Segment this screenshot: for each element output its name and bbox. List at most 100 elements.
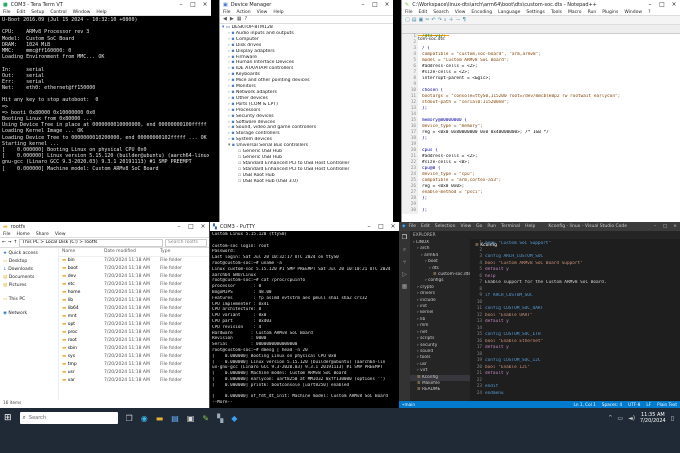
menu-item-home[interactable]: Home <box>17 231 30 237</box>
putty-taskbar-icon[interactable]: ▚ <box>217 414 223 423</box>
zoom-out-icon[interactable]: － <box>456 17 463 23</box>
menu-item-selection[interactable]: Selection <box>435 224 456 229</box>
menu-item-encoding[interactable]: Encoding <box>471 9 492 15</box>
search-icon[interactable]: ⌕ <box>403 246 406 254</box>
notifications-icon[interactable]: ▯ <box>671 415 674 422</box>
properties-icon[interactable]: ▦ <box>237 16 242 23</box>
status-item[interactable]: UTF-8 <box>628 401 640 408</box>
col-date[interactable]: Date modified <box>104 248 160 256</box>
menu-item-run[interactable]: Run <box>487 224 496 229</box>
menu-item-control[interactable]: Control <box>50 9 66 15</box>
nav-item-documents[interactable]: ▤ Documents <box>3 274 55 282</box>
menu-item-file[interactable]: File <box>405 9 413 15</box>
nav-item-thispc[interactable]: ▭ This PC <box>3 296 55 304</box>
menu-item-tools[interactable]: Tools <box>551 9 562 15</box>
menu-item-view[interactable]: View <box>55 231 66 237</box>
notepadpp-titlebar[interactable]: ✎ C:\Workspace\linux-dts\arch\arm64\boot… <box>402 0 680 9</box>
file-row[interactable]: ▬ usr 7/20/2024 11:18 AM File folder <box>59 369 209 377</box>
file-row[interactable]: ▬ root 7/20/2024 11:18 AM File folder <box>59 337 209 345</box>
nav-item-network[interactable]: ◉ Network <box>3 310 55 318</box>
edge-icon[interactable]: ◉ <box>141 414 148 423</box>
clock[interactable]: 11:35 AM 7/20/2024 <box>640 412 666 424</box>
file-row[interactable]: ▬ boot 7/20/2024 11:18 AM File folder <box>59 265 209 273</box>
source-control-icon[interactable]: ⑂ <box>403 259 407 266</box>
close-icon[interactable]: × <box>668 1 680 8</box>
file-row[interactable]: ▬ proc 7/20/2024 11:18 AM File folder <box>59 329 209 337</box>
menu-item-window[interactable]: Window <box>624 9 642 15</box>
help-icon[interactable]: ? <box>244 16 247 23</box>
branch-name[interactable]: main <box>405 401 415 408</box>
close-icon[interactable]: × <box>387 223 399 230</box>
file-row[interactable]: ▬ home 7/20/2024 11:18 AM File folder <box>59 289 209 297</box>
minimize-icon[interactable]: – <box>173 223 185 230</box>
maximize-icon[interactable]: □ <box>369 1 381 8</box>
maximize-icon[interactable]: □ <box>375 223 387 230</box>
status-item[interactable]: Spaces: 4 <box>602 401 622 408</box>
maximize-icon[interactable]: □ <box>660 224 670 229</box>
close-icon[interactable]: × <box>670 224 680 229</box>
minimize-icon[interactable]: – <box>363 223 375 230</box>
file-row[interactable]: ▬ opt 7/20/2024 11:18 AM File folder <box>59 321 209 329</box>
file-row[interactable]: ▬ sbin 7/20/2024 11:18 AM File folder <box>59 345 209 353</box>
menu-item-plugins[interactable]: Plugins <box>602 9 618 15</box>
menu-item-run[interactable]: Run <box>588 9 597 15</box>
file-row[interactable]: ▬ sys 7/20/2024 11:18 AM File folder <box>59 353 209 361</box>
menu-item-action[interactable]: Action <box>237 9 251 15</box>
teraterm-titlebar[interactable]: ■ COM3 - Tera Term VT – □ × <box>0 0 211 9</box>
teraterm-console[interactable]: U-Boot 2016.09 (Jul 15 2024 - 10:32:10 +… <box>0 16 211 173</box>
menu-item-language[interactable]: Language <box>498 9 520 15</box>
run-debug-icon[interactable]: ▷ <box>402 271 407 278</box>
close-icon[interactable]: × <box>199 1 211 8</box>
vscode-code[interactable]: 1 2 3 4 5 6 7 8 9 10 11 12 13 14 15 16 17 18 19 20 21 22 23 24 … <box>470 239 680 397</box>
menu-item-help[interactable]: Help <box>96 9 106 15</box>
minimize-icon[interactable]: – <box>644 1 656 8</box>
col-name[interactable]: Name <box>62 248 104 256</box>
extensions-icon[interactable]: ▦ <box>402 283 408 290</box>
vscode-titlebar[interactable]: ◆ File Edit Selection View Go Run Terminal Help… <box>399 222 680 231</box>
menu-item-help[interactable]: Help <box>525 224 535 229</box>
minimize-icon[interactable]: – <box>650 224 660 229</box>
menu-item-view[interactable]: View <box>257 9 268 15</box>
menu-item-edit[interactable]: Edit <box>421 224 430 229</box>
terminal-taskbar-icon[interactable]: ▣ <box>187 414 195 423</box>
usb-device[interactable]: ▫ USB Root Hub (USB 3.0) <box>222 179 391 185</box>
file-row[interactable]: ▬ tmp 7/20/2024 11:18 AM File folder <box>59 361 209 369</box>
close-icon[interactable]: × <box>197 223 209 230</box>
col-type[interactable]: Type <box>160 248 170 256</box>
nav-item-downloads[interactable]: ↓ Downloads <box>3 266 55 274</box>
maximize-icon[interactable]: □ <box>185 223 197 230</box>
back-icon[interactable]: ← <box>2 240 6 245</box>
explorer-icon[interactable]: ❐ <box>402 234 407 241</box>
menu-item-file[interactable]: File <box>223 9 231 15</box>
file-row[interactable]: ▬ lib 7/20/2024 11:18 AM File folder <box>59 297 209 305</box>
putty-titlebar[interactable]: ▚ COM3 - PuTTY – □ × <box>210 222 399 231</box>
new-file-icon[interactable]: ▢ <box>405 17 412 23</box>
file-row[interactable]: ▬ lib64 7/20/2024 11:18 AM File folder <box>59 305 209 313</box>
devmgr-titlebar[interactable]: ▣ Device Manager – □ × <box>220 0 393 9</box>
store-icon[interactable]: ▤ <box>171 414 179 423</box>
nav-item-desktop[interactable]: ▭ Desktop <box>3 258 55 266</box>
file-row[interactable]: ▬ etc 7/20/2024 11:18 AM File folder <box>59 281 209 289</box>
menu-item-share[interactable]: Share <box>36 231 49 237</box>
status-item[interactable]: Ln 1, Col 1 <box>574 401 596 408</box>
maximize-icon[interactable]: □ <box>656 1 668 8</box>
zoom-in-icon[interactable]: ＋ <box>449 17 456 23</box>
network-icon[interactable]: ▭ <box>617 415 623 422</box>
putty-console[interactable]: Custom Linux 5.15.120 (ttyS0) custom-soc … <box>210 231 399 407</box>
nav-item-pictures[interactable]: ▨ Pictures <box>3 282 55 290</box>
notepadpp-editor[interactable]: 1 2 3 4 5 6 7 8 9 10 11 12 13 14 15 16 17 18 19 20 21 22 23 24 2… <box>402 34 680 214</box>
minimize-icon[interactable]: – <box>357 1 369 8</box>
notepadpp-taskbar-icon[interactable]: ✎ <box>202 414 209 423</box>
menu-item-edit[interactable]: Edit <box>419 9 428 15</box>
tree-item[interactable]: ≡ README <box>410 387 470 393</box>
file-row[interactable]: ▬ bin 7/20/2024 11:18 AM File folder <box>59 257 209 265</box>
file-row[interactable]: ▬ mnt 7/20/2024 11:18 AM File folder <box>59 313 209 321</box>
file-row[interactable]: ▬ var 7/20/2024 11:18 AM File folder <box>59 377 209 385</box>
menu-item-window[interactable]: Window <box>73 9 91 15</box>
menu-item-search[interactable]: Search <box>433 9 448 15</box>
code-area[interactable]: /dts-v1/; / { compatible = "custom,soc-bo… <box>418 34 620 214</box>
menu-item-[interactable]: ? <box>648 9 650 15</box>
status-item[interactable]: LF <box>646 401 651 408</box>
menu-item-view[interactable]: View <box>455 9 466 15</box>
menu-item-settings[interactable]: Settings <box>526 9 544 15</box>
